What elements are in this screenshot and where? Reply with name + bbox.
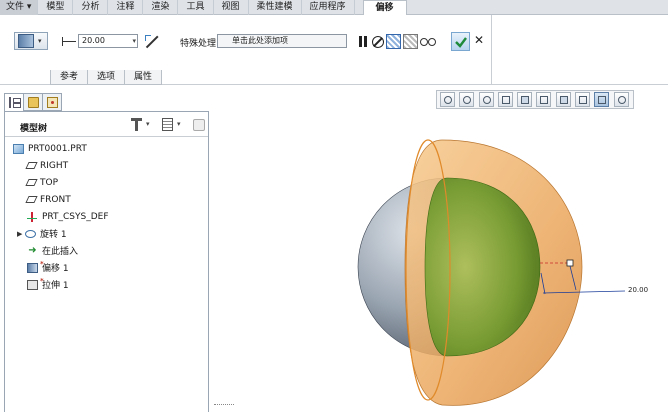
special-handling-label: 特殊处理	[180, 39, 217, 49]
part-icon	[13, 143, 24, 154]
offset-icon	[27, 262, 38, 273]
offset-distance-input[interactable]: 20.00 ▾	[78, 34, 138, 48]
tab-model-tree[interactable]	[4, 93, 24, 111]
tree-filter-icon[interactable]	[193, 119, 205, 131]
zoom-out-icon[interactable]	[478, 92, 494, 107]
tree-item-front[interactable]: FRONT	[25, 193, 71, 206]
menu-tab-bar: 文件 ▾ 模型 分析 注释 渲染 工具 视图 柔性建模 应用程序 偏移	[0, 0, 668, 16]
no-preview-icon[interactable]	[372, 36, 384, 48]
graphics-toolbar	[436, 90, 634, 109]
menu-tab-applications[interactable]: 应用程序	[302, 0, 355, 15]
graphics-viewport[interactable]	[210, 110, 668, 412]
dimension-icon	[62, 36, 76, 46]
dashboard-tools	[355, 34, 437, 49]
expand-arrow-icon[interactable]: ▶	[17, 230, 25, 238]
chevron-down-icon[interactable]: ▾	[146, 120, 150, 128]
tree-item-part[interactable]: PRT0001.PRT	[13, 142, 87, 155]
tab-folder-browser[interactable]	[23, 93, 43, 111]
offset-dashboard: ▾ 20.00 ▾ 特殊处理 单击此处添加项 参考 选项 属性 ✕	[0, 15, 492, 85]
tree-settings-icon[interactable]	[131, 118, 143, 131]
tree-item-top[interactable]: TOP	[25, 176, 59, 189]
insert-arrow-icon: ➜	[28, 244, 37, 256]
new-feature-mark: *	[40, 260, 44, 268]
menu-tab-render[interactable]: 渲染	[143, 0, 179, 15]
pause-icon[interactable]	[355, 34, 370, 49]
saved-orientations-icon[interactable]	[536, 92, 552, 107]
offset-dimension-label[interactable]: 20.00	[628, 286, 648, 294]
view-manager-icon[interactable]	[555, 92, 571, 107]
tree-item-label: TOP	[40, 177, 59, 188]
menu-tab-model[interactable]: 模型	[38, 0, 74, 15]
chevron-down-icon[interactable]: ▾	[132, 35, 136, 47]
tree-item-right[interactable]: RIGHT	[25, 159, 69, 172]
zoom-in-icon[interactable]	[459, 92, 475, 107]
model-preview	[357, 139, 626, 406]
tree-item-label: PRT_CSYS_DEF	[42, 211, 109, 222]
model-tree-icon	[9, 97, 21, 108]
csys-icon	[27, 211, 38, 222]
model-tree-panel: 模型树 ▾ ▾ PRT0001.PRT RIGHT TOP FRONT PRT_…	[4, 111, 209, 412]
offset-type-icon	[18, 34, 34, 48]
menu-tab-analysis[interactable]: 分析	[73, 0, 109, 15]
apply-button[interactable]	[451, 32, 470, 51]
tree-item-label: RIGHT	[40, 160, 69, 171]
tree-item-label: FRONT	[40, 194, 71, 205]
ribbon-empty-area	[492, 15, 668, 85]
tree-show-icon[interactable]	[162, 118, 173, 131]
menu-tab-flexible-modeling[interactable]: 柔性建模	[249, 0, 302, 15]
tab-references[interactable]: 参考	[50, 70, 89, 85]
offset-type-dropdown[interactable]: ▾	[14, 32, 48, 50]
datum-plane-icon	[25, 196, 38, 203]
display-style-icon[interactable]	[517, 92, 533, 107]
repaint-icon[interactable]	[497, 92, 513, 107]
menu-tab-annotate[interactable]: 注释	[108, 0, 144, 15]
new-feature-mark: *	[40, 277, 44, 285]
menu-tab-view[interactable]: 视图	[214, 0, 249, 15]
tree-item-revolve[interactable]: ▶ 旋转 1	[17, 227, 67, 240]
flip-direction-icon[interactable]	[143, 33, 159, 49]
folder-icon	[28, 97, 39, 108]
model-tree-header: 模型树 ▾ ▾	[5, 112, 208, 137]
tab-options[interactable]: 选项	[87, 70, 126, 85]
dashboard-subtabs: 参考 选项 属性	[50, 70, 163, 85]
drag-handle[interactable]	[566, 259, 574, 267]
model-tree-title: 模型树	[20, 124, 48, 134]
menu-tab-file[interactable]: 文件 ▾	[0, 0, 39, 15]
offset-distance-value: 20.00	[82, 36, 105, 45]
spin-center-icon[interactable]	[613, 92, 629, 107]
menu-tab-offset[interactable]: 偏移	[362, 0, 407, 16]
menu-tab-tools[interactable]: 工具	[178, 0, 214, 15]
verify-preview-icon[interactable]	[420, 34, 436, 49]
attached-preview-icon[interactable]	[403, 34, 418, 49]
menu-tab-file-label: 文件	[6, 2, 25, 12]
refit-icon[interactable]	[440, 92, 455, 107]
tree-item-label: PRT0001.PRT	[28, 143, 87, 154]
favorites-icon	[47, 97, 58, 108]
checkmark-icon	[455, 37, 467, 48]
chevron-down-icon[interactable]: ▾	[177, 120, 181, 128]
tree-item-label: 拉伸 1	[42, 281, 69, 291]
datum-display-icon[interactable]	[575, 92, 590, 107]
tree-item-label: 在此插入	[42, 247, 79, 257]
datum-plane-icon	[25, 179, 38, 186]
revolve-icon	[25, 229, 36, 238]
cancel-button[interactable]: ✕	[474, 33, 484, 47]
tree-item-csys[interactable]: PRT_CSYS_DEF	[27, 210, 109, 223]
tree-item-label: 旋转 1	[40, 230, 67, 240]
extrude-icon	[27, 279, 38, 290]
tree-item-extrude[interactable]: * 拉伸 1	[27, 277, 69, 291]
status-separator	[214, 404, 234, 408]
tree-item-insert-here[interactable]: ➜ 在此插入	[27, 244, 78, 257]
tab-properties[interactable]: 属性	[124, 70, 163, 85]
navigator-tabs	[4, 93, 62, 111]
chevron-down-icon: ▾	[26, 2, 32, 12]
special-handling-collector[interactable]: 单击此处添加项	[217, 34, 347, 48]
datum-plane-icon	[25, 162, 38, 169]
annotation-display-icon[interactable]	[594, 92, 610, 107]
tab-favorites[interactable]	[42, 93, 62, 111]
separate-preview-icon[interactable]	[386, 34, 401, 49]
tree-item-offset[interactable]: * 偏移 1	[27, 260, 69, 274]
tree-item-label: 偏移 1	[42, 264, 69, 274]
chevron-down-icon: ▾	[38, 37, 42, 45]
